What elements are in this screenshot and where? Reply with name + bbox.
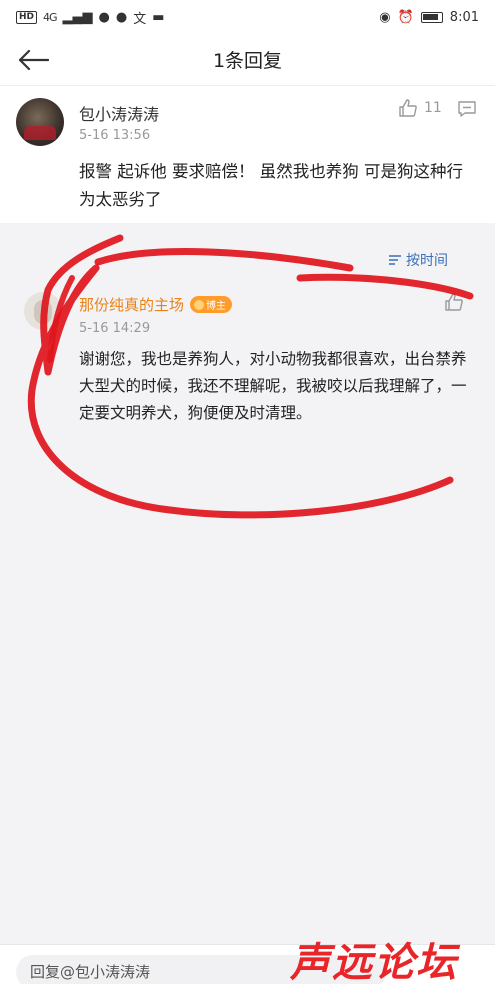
reply-time: 5-16 14:29: [79, 321, 151, 336]
photo-icon: ▬: [152, 9, 165, 25]
thumbs-up-icon: [445, 293, 463, 311]
avatar[interactable]: [16, 98, 64, 146]
back-button[interactable]: [14, 44, 52, 76]
alarm-icon: ⏰: [397, 9, 414, 25]
reply-like-button[interactable]: [444, 292, 464, 316]
comment-icon: [458, 101, 476, 117]
comment-text: 报警 起诉他 要求赔偿！ 虽然我也养狗 可是狗这种行为太恶劣了: [79, 162, 463, 209]
reply-button[interactable]: [458, 100, 476, 122]
main-comment: 包小涛涛涛 5-16 13:56 11 报警 起诉他 要求赔偿！ 虽然我也养狗 …: [0, 86, 495, 223]
crown-icon: [194, 299, 205, 310]
status-right: ◉ ⏰ 8:01: [379, 10, 479, 25]
badge-label: 博主: [206, 301, 227, 312]
battery-icon: [420, 11, 443, 23]
clock-time: 8:01: [449, 9, 479, 25]
back-arrow-icon: [18, 49, 49, 71]
author-badge: 博主: [190, 296, 233, 313]
signal-icon: ▂▄▆: [62, 9, 93, 25]
wechat-icon: ●: [98, 9, 110, 25]
like-count: 11: [424, 100, 442, 116]
reply-username[interactable]: 那份纯真的主场: [79, 294, 184, 315]
sort-bar: 按时间: [0, 234, 495, 290]
text-icon: 文: [133, 11, 147, 27]
reply-text: 谢谢您，我也是养狗人，对小动物我都很喜欢，出台禁养大型犬的时候，我还不理解呢，我…: [79, 350, 467, 422]
eye-icon: ◉: [379, 9, 391, 25]
sort-label: 按时间: [406, 253, 448, 269]
sort-by-time-button[interactable]: 按时间: [388, 250, 448, 270]
like-button[interactable]: 11: [398, 98, 442, 118]
chat-icon: ●: [115, 9, 128, 25]
thumbs-up-icon: [399, 99, 417, 117]
status-left: HD 4G ▂▄▆ ● ● 文 ▬: [16, 8, 165, 27]
avatar[interactable]: [24, 292, 62, 330]
sort-icon: [389, 255, 401, 265]
page-title: 1条回复: [212, 50, 283, 72]
hd-indicator: HD: [16, 10, 38, 24]
top-header: 1条回复: [0, 34, 495, 86]
network-indicator: 4G: [43, 10, 57, 24]
reply-username-row: 那份纯真的主场 博主: [79, 294, 233, 315]
status-bar: HD 4G ▂▄▆ ● ● 文 ▬ ◉ ⏰ 8:01: [0, 0, 495, 34]
comment-time: 5-16 13:56: [79, 128, 151, 143]
comment-username[interactable]: 包小涛涛涛: [79, 101, 159, 125]
reply-item: 那份纯真的主场 博主 5-16 14:29 谢谢您，我也是养狗人，对小动物我都很…: [0, 286, 495, 436]
forum-watermark: 声远论坛: [290, 940, 458, 984]
